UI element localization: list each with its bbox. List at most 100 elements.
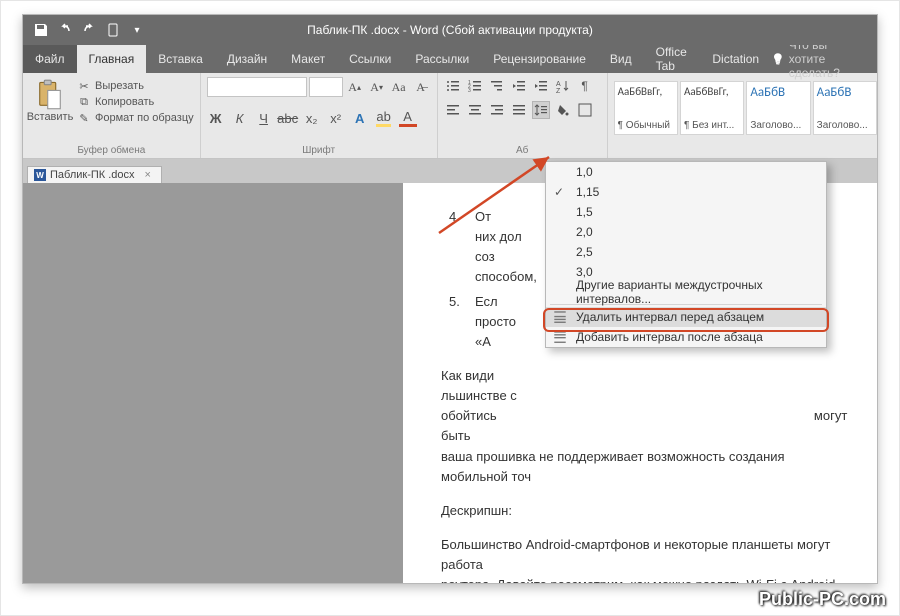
multilevel-button[interactable] bbox=[488, 77, 506, 95]
tab-design[interactable]: Дизайн bbox=[215, 45, 279, 73]
italic-button[interactable]: К bbox=[231, 109, 249, 127]
style-heading2[interactable]: АаБбВ Заголово... bbox=[813, 81, 877, 135]
paragraph-title: Аб bbox=[444, 143, 601, 158]
doc-text: «А bbox=[475, 334, 491, 349]
style-normal[interactable]: АаБбВвГг, ¶ Обычный bbox=[614, 81, 678, 135]
copy-button[interactable]: ⧉Копировать bbox=[77, 95, 194, 109]
change-case-button[interactable]: Aa bbox=[389, 77, 409, 97]
document-tab[interactable]: W Паблик-ПК .docx × bbox=[27, 166, 162, 183]
ribbon: Вставить ✂Вырезать ⧉Копировать ✎Формат п… bbox=[23, 73, 877, 159]
doc-text: роутера. Давайте рассмотрим, как можно р… bbox=[441, 577, 839, 583]
tell-me-search[interactable]: Что вы хотите сделать? bbox=[771, 45, 877, 73]
numbering-button[interactable]: 123 bbox=[466, 77, 484, 95]
align-left-button[interactable] bbox=[444, 101, 462, 119]
remove-before-icon bbox=[552, 309, 568, 325]
bulb-icon bbox=[771, 52, 785, 66]
word-window: ▾ Паблик-ПК .docx - Word (Сбой активации… bbox=[22, 14, 878, 584]
tab-home[interactable]: Главная bbox=[77, 45, 147, 73]
clipboard-title: Буфер обмена bbox=[29, 143, 194, 158]
doc-text: ваша прошивка не поддерживает возможност… bbox=[441, 449, 785, 484]
font-color-button[interactable]: A bbox=[399, 109, 417, 127]
spacing-2.5[interactable]: 2,5 bbox=[546, 242, 826, 262]
save-icon[interactable] bbox=[33, 22, 49, 38]
add-space-after[interactable]: Добавить интервал после абзаца bbox=[546, 327, 826, 347]
show-marks-button[interactable]: ¶ bbox=[576, 77, 594, 95]
ribbon-tabs: Файл Главная Вставка Дизайн Макет Ссылки… bbox=[23, 45, 877, 73]
justify-button[interactable] bbox=[510, 101, 528, 119]
tab-layout[interactable]: Макет bbox=[279, 45, 337, 73]
doc-text: льшинстве с bbox=[441, 388, 517, 403]
line-spacing-button[interactable] bbox=[532, 101, 550, 119]
doc-text: могут быть bbox=[441, 408, 847, 443]
spacing-options[interactable]: Другие варианты междустрочных интервалов… bbox=[546, 282, 826, 302]
paste-button[interactable]: Вставить bbox=[29, 77, 71, 123]
text-effects-button[interactable]: A bbox=[351, 109, 369, 127]
close-tab-icon[interactable]: × bbox=[145, 169, 151, 181]
format-painter-button[interactable]: ✎Формат по образцу bbox=[77, 111, 194, 125]
tab-file[interactable]: Файл bbox=[23, 45, 77, 73]
copy-icon: ⧉ bbox=[77, 95, 91, 109]
grow-font-button[interactable]: A▴ bbox=[345, 77, 365, 97]
spacing-2.0[interactable]: 2,0 bbox=[546, 222, 826, 242]
title-bar: ▾ Паблик-ПК .docx - Word (Сбой активации… bbox=[23, 15, 877, 45]
font-size-combo[interactable] bbox=[309, 77, 343, 97]
align-center-button[interactable] bbox=[466, 101, 484, 119]
borders-button[interactable] bbox=[576, 101, 594, 119]
group-styles: АаБбВвГг, ¶ Обычный АаБбВвГг, ¶ Без инт.… bbox=[608, 73, 877, 158]
svg-text:A: A bbox=[556, 81, 561, 88]
shading-button[interactable] bbox=[554, 101, 572, 119]
doc-text: обойтись bbox=[441, 408, 497, 423]
indent-button[interactable] bbox=[532, 77, 550, 95]
redo-icon[interactable] bbox=[81, 22, 97, 38]
watermark: Public-PC.com bbox=[759, 589, 886, 610]
tab-mailings[interactable]: Рассылки bbox=[403, 45, 481, 73]
doc-text: соз bbox=[475, 249, 495, 264]
group-font: A▴ A▾ Aa A̶ Ж К Ч abc x₂ x² A ab A Шрифт bbox=[201, 73, 438, 158]
touch-mode-icon[interactable] bbox=[105, 22, 121, 38]
highlight-button[interactable]: ab bbox=[375, 109, 393, 127]
tab-insert[interactable]: Вставка bbox=[146, 45, 215, 73]
paste-caption: Вставить bbox=[27, 111, 74, 123]
bullets-button[interactable] bbox=[444, 77, 462, 95]
clear-format-button[interactable]: A̶ bbox=[411, 77, 431, 97]
cut-button[interactable]: ✂Вырезать bbox=[77, 79, 194, 93]
underline-button[interactable]: Ч bbox=[255, 109, 273, 127]
font-name-combo[interactable] bbox=[207, 77, 307, 97]
qat-more-icon[interactable]: ▾ bbox=[129, 22, 145, 38]
outdent-button[interactable] bbox=[510, 77, 528, 95]
brush-icon: ✎ bbox=[77, 111, 91, 125]
document-tab-label: Паблик-ПК .docx bbox=[50, 169, 135, 181]
sort-button[interactable]: AZ bbox=[554, 77, 572, 95]
align-right-button[interactable] bbox=[488, 101, 506, 119]
undo-icon[interactable] bbox=[57, 22, 73, 38]
clipboard-icon bbox=[36, 79, 64, 111]
style-heading1[interactable]: АаБбВ Заголово... bbox=[746, 81, 810, 135]
superscript-button[interactable]: x² bbox=[327, 109, 345, 127]
tab-review[interactable]: Рецензирование bbox=[481, 45, 598, 73]
shrink-font-button[interactable]: A▾ bbox=[367, 77, 387, 97]
doc-text: От bbox=[475, 209, 491, 224]
doc-text: Дескрипшн: bbox=[441, 501, 849, 521]
spacing-1.15[interactable]: 1,15 bbox=[546, 182, 826, 202]
word-doc-icon: W bbox=[34, 169, 46, 181]
tab-dictation[interactable]: Dictation bbox=[700, 45, 771, 73]
add-after-icon bbox=[552, 329, 568, 345]
svg-text:Z: Z bbox=[556, 88, 561, 93]
spacing-1.5[interactable]: 1,5 bbox=[546, 202, 826, 222]
tab-officetab[interactable]: Office Tab bbox=[644, 45, 701, 73]
remove-space-before[interactable]: Удалить интервал перед абзацем bbox=[546, 307, 826, 327]
bold-button[interactable]: Ж bbox=[207, 109, 225, 127]
doc-text: Большинство Android-смартфонов и некотор… bbox=[441, 537, 830, 572]
line-spacing-menu: 1,0 1,15 1,5 2,0 2,5 3,0 Другие варианты… bbox=[545, 161, 827, 348]
tab-references[interactable]: Ссылки bbox=[337, 45, 403, 73]
spacing-1.0[interactable]: 1,0 bbox=[546, 162, 826, 182]
strike-button[interactable]: abc bbox=[279, 109, 297, 127]
doc-text: Есл bbox=[475, 294, 498, 309]
group-clipboard: Вставить ✂Вырезать ⧉Копировать ✎Формат п… bbox=[23, 73, 201, 158]
svg-text:3: 3 bbox=[468, 88, 471, 93]
group-paragraph: 123 AZ ¶ Аб bbox=[438, 73, 608, 158]
scissors-icon: ✂ bbox=[77, 79, 91, 93]
subscript-button[interactable]: x₂ bbox=[303, 109, 321, 127]
style-no-spacing[interactable]: АаБбВвГг, ¶ Без инт... bbox=[680, 81, 744, 135]
tab-view[interactable]: Вид bbox=[598, 45, 644, 73]
